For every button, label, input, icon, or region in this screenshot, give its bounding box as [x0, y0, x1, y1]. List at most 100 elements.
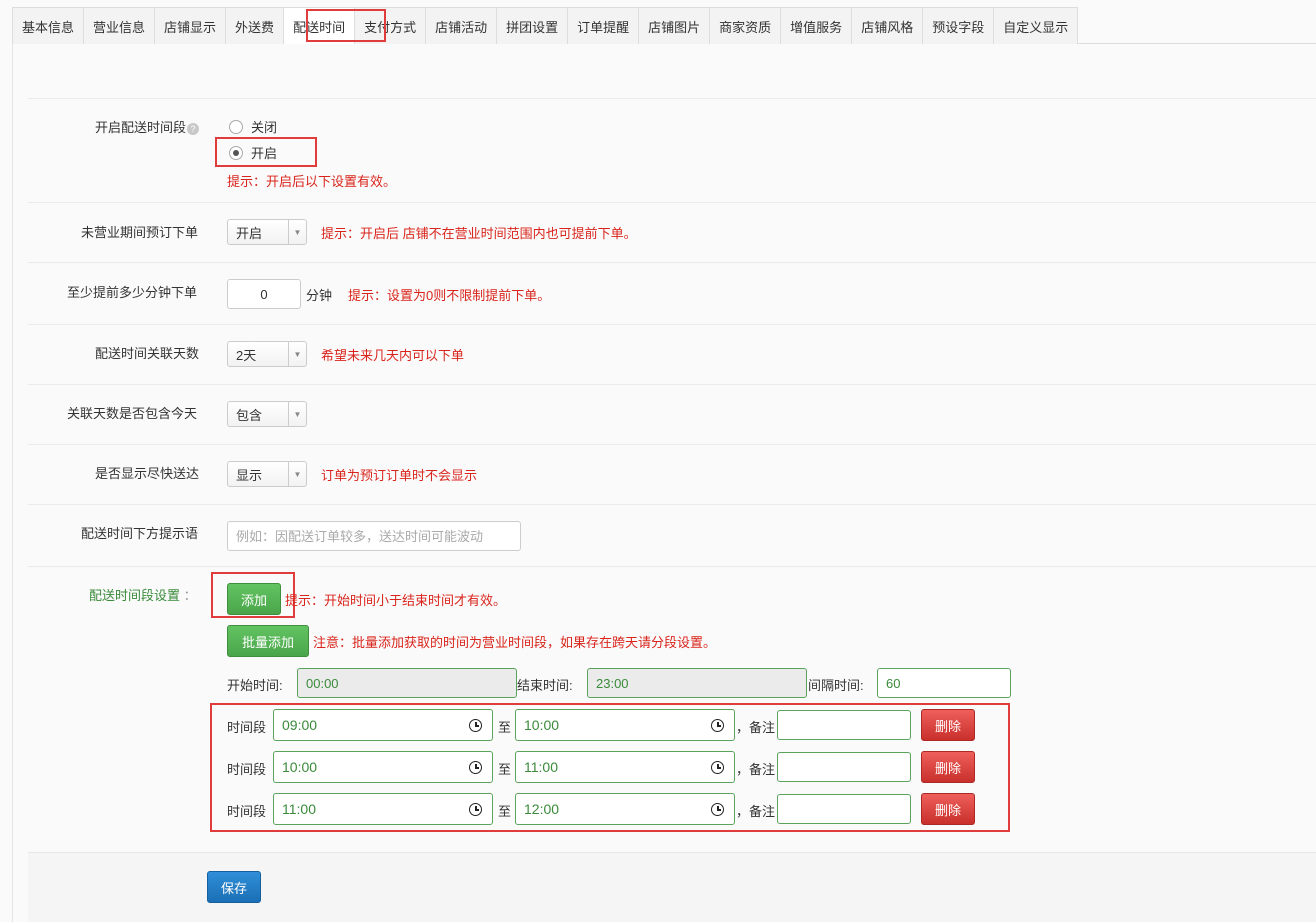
end-time-label: 结束时间:: [517, 678, 573, 693]
clock-icon[interactable]: [469, 803, 482, 816]
clock-icon[interactable]: [469, 761, 482, 774]
divider: [28, 202, 1316, 203]
preorder-hint: 提示：开启后 店铺不在营业时间范围内也可提前下单。: [321, 226, 637, 241]
clock-icon[interactable]: [469, 719, 482, 732]
tab-store-images[interactable]: 店铺图片: [639, 7, 711, 44]
tab-payment[interactable]: 支付方式: [355, 7, 427, 44]
period-from-input[interactable]: 09:00: [273, 709, 493, 741]
min-minutes-input[interactable]: [227, 279, 301, 309]
preorder-label: 未营业期间预订下单: [81, 225, 199, 240]
period-note-input[interactable]: [777, 710, 911, 740]
help-icon[interactable]: ?: [187, 122, 200, 135]
chevron-down-icon: ▼: [288, 342, 306, 366]
batch-add-hint: 注意：批量添加获取的时间为营业时间段，如果存在跨天请分段设置。: [313, 635, 717, 650]
delete-button[interactable]: 删除: [921, 751, 975, 783]
radio-on[interactable]: 开启: [229, 143, 277, 162]
add-button[interactable]: 添加: [227, 583, 281, 615]
start-time-label: 开始时间:: [227, 678, 283, 693]
periods-label-colon: ：: [183, 588, 197, 603]
add-hint: 提示：开始时间小于结束时间才有效。: [285, 593, 507, 608]
radio-on-label: 开启: [251, 146, 278, 161]
chevron-down-icon: ▼: [288, 402, 306, 426]
radio-on-dot[interactable]: [229, 145, 243, 160]
days-label: 配送时间关联天数: [95, 346, 200, 361]
chevron-down-icon: ▼: [288, 220, 306, 244]
asap-select-value: 显示: [236, 467, 263, 483]
delete-button[interactable]: 删除: [921, 793, 975, 825]
tab-preset-fields[interactable]: 预设字段: [923, 7, 995, 44]
enable-period-hint: 提示：开启后以下设置有效。: [227, 174, 397, 189]
tab-order-alert[interactable]: 订单提醒: [568, 7, 640, 44]
interval-input[interactable]: [877, 668, 1011, 698]
period-from-input[interactable]: 10:00: [273, 751, 493, 783]
min-minutes-unit: 分钟: [306, 288, 333, 303]
preorder-select-value: 开启: [236, 225, 263, 241]
days-hint: 希望未来几天内可以下单: [321, 348, 465, 363]
divider: [28, 504, 1316, 505]
batch-add-button[interactable]: 批量添加: [227, 625, 309, 657]
period-row-label: 时间段: [227, 762, 267, 777]
days-select-value: 2天: [236, 347, 257, 363]
radio-off[interactable]: 关闭: [229, 117, 277, 136]
save-button[interactable]: 保存: [207, 871, 261, 903]
periods-label: 配送时间段设置 ：: [89, 585, 197, 604]
period-note-input[interactable]: [777, 752, 911, 782]
period-from-input[interactable]: 11:00: [273, 793, 493, 825]
divider: [28, 98, 1316, 99]
tab-business-info[interactable]: 营业信息: [84, 7, 156, 44]
tab-store-style[interactable]: 店铺风格: [852, 7, 924, 44]
period-row-label: 时间段: [227, 720, 267, 735]
tab-delivery-fee[interactable]: 外送费: [226, 7, 285, 44]
asap-hint: 订单为预订订单时不会显示: [321, 468, 478, 483]
tab-delivery-time[interactable]: 配送时间: [284, 7, 356, 44]
preorder-select[interactable]: 开启 ▼: [227, 219, 307, 245]
tab-qualification[interactable]: 商家资质: [710, 7, 782, 44]
period-to-value: 10:00: [524, 717, 560, 733]
asap-label: 是否显示尽快送达: [95, 466, 200, 481]
asap-select[interactable]: 显示 ▼: [227, 461, 307, 487]
tab-basic-info[interactable]: 基本信息: [12, 7, 85, 44]
period-row-label: 时间段: [227, 804, 267, 819]
end-time-input[interactable]: [587, 668, 807, 698]
delete-button[interactable]: 删除: [921, 709, 975, 741]
min-minutes-label: 至少提前多少分钟下单: [67, 285, 198, 300]
clock-icon[interactable]: [711, 719, 724, 732]
divider: [28, 444, 1316, 445]
period-to-label: 至: [498, 804, 512, 819]
period-to-value: 11:00: [524, 759, 558, 775]
divider: [28, 566, 1316, 567]
period-to-label: 至: [498, 720, 512, 735]
period-from-value: 10:00: [282, 759, 318, 775]
period-to-input[interactable]: 10:00: [515, 709, 735, 741]
chevron-down-icon: ▼: [288, 462, 306, 486]
tab-store-activity[interactable]: 店铺活动: [426, 7, 498, 44]
tip-text-label: 配送时间下方提示语: [81, 526, 199, 541]
include-today-label: 关联天数是否包含今天: [67, 406, 198, 421]
clock-icon[interactable]: [711, 803, 724, 816]
periods-label-text: 配送时间段设置: [89, 588, 181, 603]
tab-store-display[interactable]: 店铺显示: [155, 7, 227, 44]
interval-label: 间隔时间:: [808, 678, 864, 693]
tab-bar: 基本信息 营业信息 店铺显示 外送费 配送时间 支付方式 店铺活动 拼团设置 订…: [12, 7, 1316, 44]
period-to-input[interactable]: 11:00: [515, 751, 735, 783]
divider: [28, 262, 1316, 263]
tab-value-added[interactable]: 增值服务: [781, 7, 853, 44]
clock-icon[interactable]: [711, 761, 724, 774]
period-note-label: ，备注: [736, 804, 776, 819]
tab-custom-display[interactable]: 自定义显示: [994, 7, 1079, 44]
days-select[interactable]: 2天 ▼: [227, 341, 307, 367]
tip-text-input[interactable]: [227, 521, 521, 551]
start-time-input[interactable]: [297, 668, 517, 698]
min-minutes-hint: 提示：设置为0则不限制提前下单。: [348, 288, 551, 303]
include-today-select[interactable]: 包含 ▼: [227, 401, 307, 427]
period-note-label: ，备注: [736, 762, 776, 777]
divider: [28, 324, 1316, 325]
period-note-input[interactable]: [777, 794, 911, 824]
tab-group-buy[interactable]: 拼团设置: [497, 7, 569, 44]
period-to-value: 12:00: [524, 801, 560, 817]
radio-off-dot[interactable]: [229, 119, 243, 134]
enable-period-label: 开启配送时间段?: [95, 117, 200, 136]
enable-period-label-text: 开启配送时间段: [95, 120, 187, 135]
divider: [28, 384, 1316, 385]
period-to-input[interactable]: 12:00: [515, 793, 735, 825]
